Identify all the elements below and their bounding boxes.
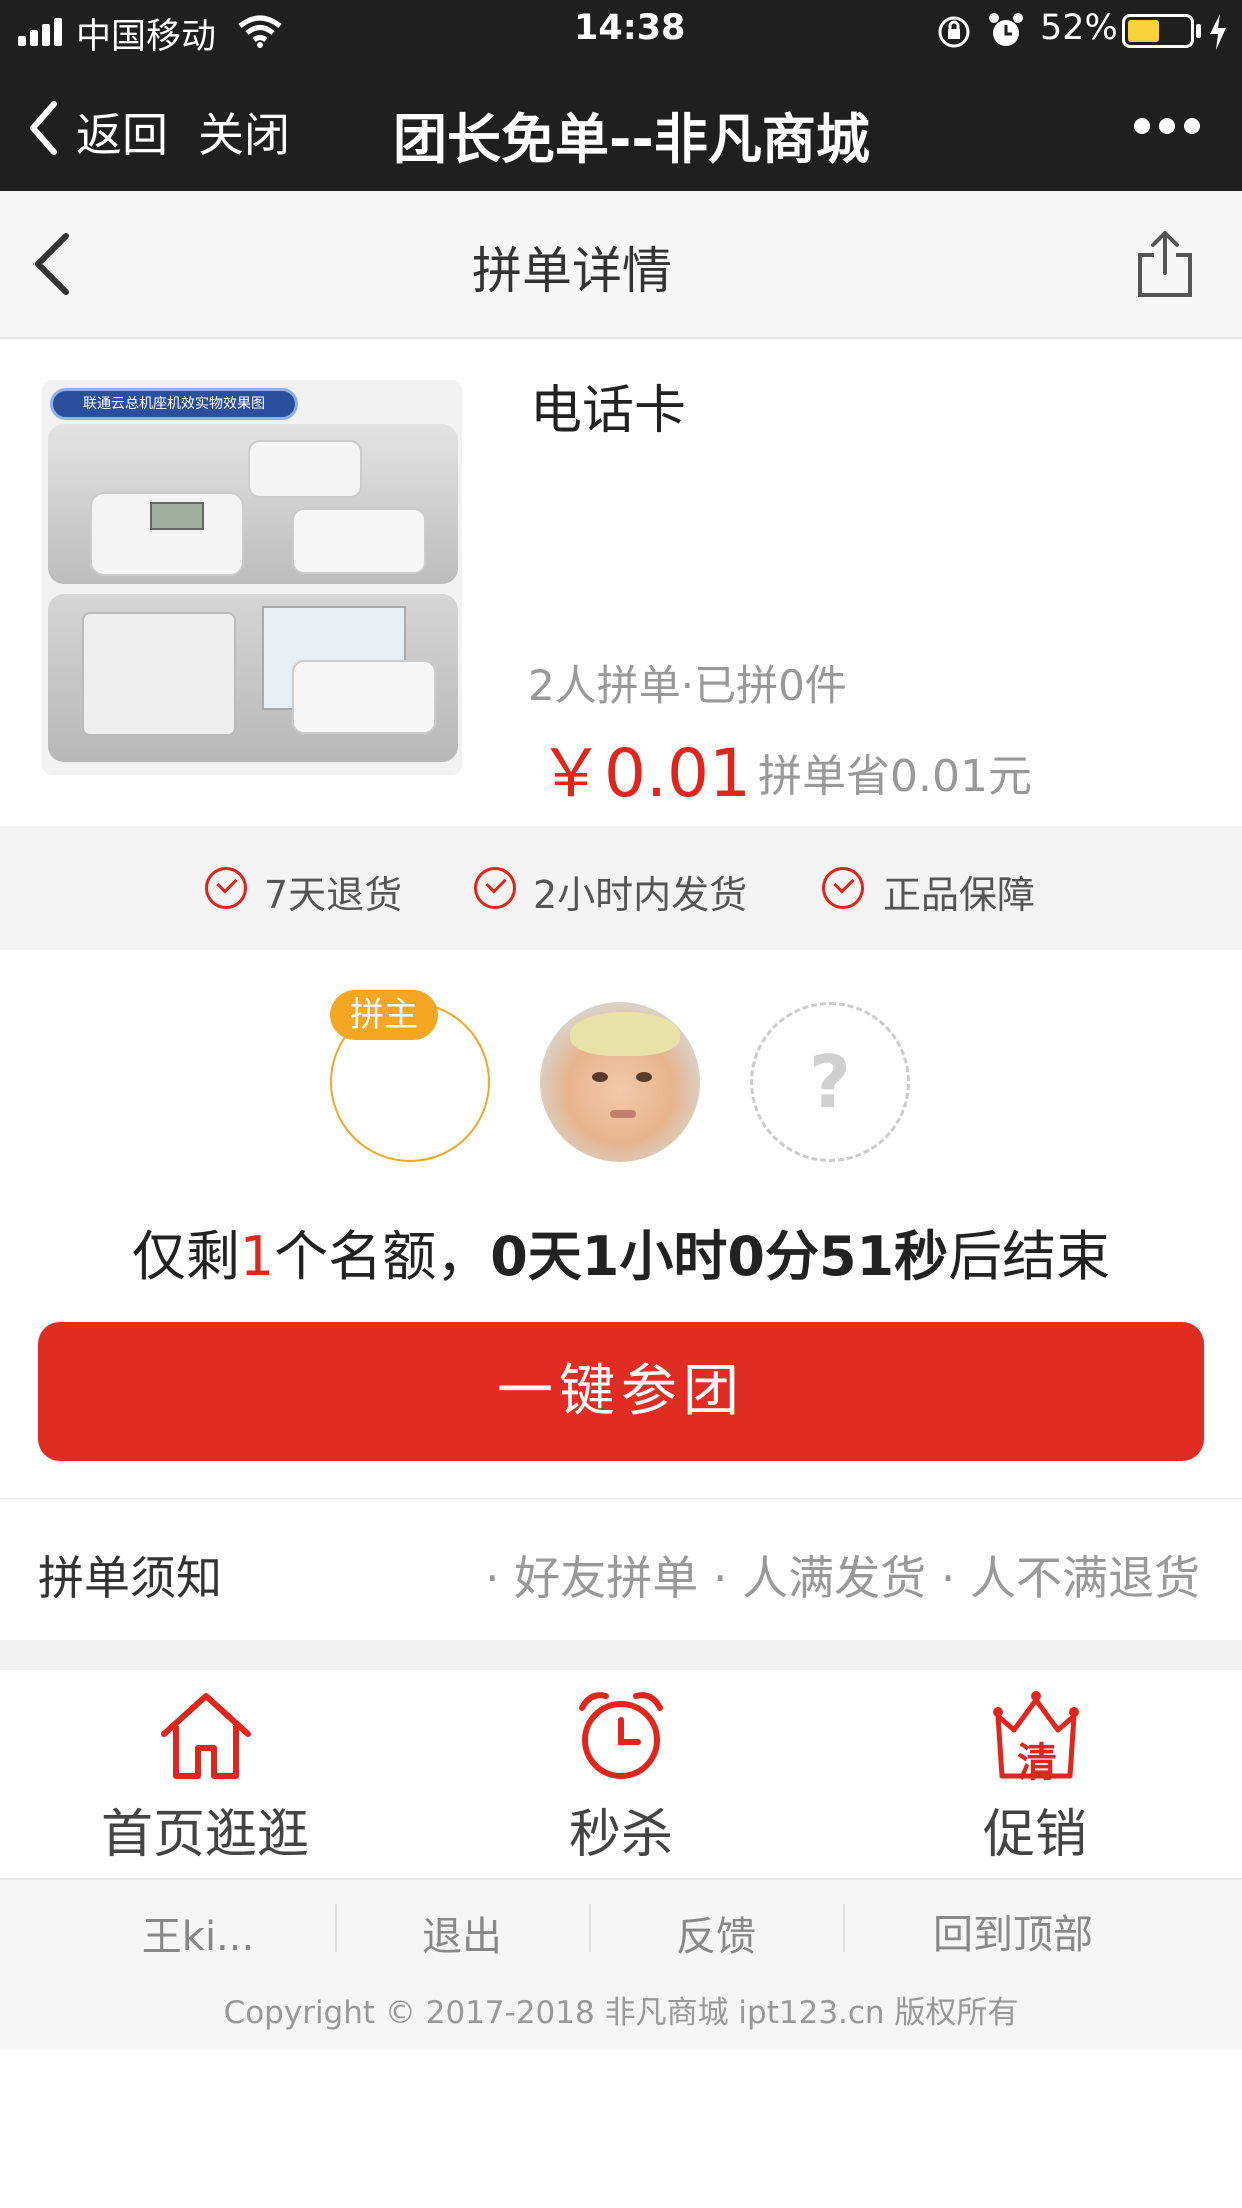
divider (589, 1904, 591, 1952)
footer-link-user[interactable]: 王ki... (92, 1904, 304, 1962)
group-info: 2人拼单·已拼0件 (528, 661, 847, 710)
guarantee-label: 2小时内发货 (533, 873, 748, 917)
check-circle-icon (205, 867, 247, 909)
wechat-header: 中国移动 14:38 52% 返回 关闭 团长免单--非凡商城 (0, 0, 1242, 191)
close-button[interactable]: 关闭 (198, 99, 290, 165)
footer-link-logout[interactable]: 退出 (392, 1904, 532, 1962)
divider (0, 1498, 1242, 1500)
leader-badge: 拼主 (330, 990, 438, 1040)
detail-title: 拼单详情 (472, 242, 672, 300)
divider (335, 1904, 337, 1952)
guarantee-label: 7天退货 (264, 873, 403, 917)
nav-label: 促销 (982, 1805, 1087, 1865)
footer-link-feedback[interactable]: 反馈 (646, 1904, 786, 1962)
signal-icon (18, 18, 66, 46)
chevron-left-icon[interactable] (30, 231, 74, 297)
remaining-count: 1 (239, 1225, 275, 1288)
home-icon (161, 1693, 251, 1779)
battery-icon (1122, 14, 1194, 48)
countdown-timer: 0天1小时0分51秒 (490, 1225, 949, 1288)
product-image-badge: 联通云总机座机效实物效果图 (50, 388, 298, 420)
clock-time: 14:38 (574, 8, 686, 48)
nav-label: 秒杀 (568, 1805, 673, 1865)
notice-text[interactable]: · 好友拼单 · 人满发货 · 人不满退货 (485, 1542, 1200, 1608)
nav-item-home[interactable]: 首页逛逛 (60, 1686, 350, 1865)
empty-slot-avatar[interactable]: ? (750, 1002, 910, 1162)
guarantee-label: 正品保障 (883, 873, 1036, 917)
guarantee-strip: 7天退货 2小时内发货 正品保障 (0, 826, 1242, 950)
join-group-button[interactable]: 一键参团 (38, 1322, 1204, 1461)
more-dots-icon[interactable] (1134, 118, 1202, 136)
chevron-left-icon (30, 101, 57, 155)
product-image[interactable]: 联通云总机座机效实物效果图 010-53510088 (42, 380, 462, 775)
footer-links: 王ki... 退出 反馈 回到顶部 (0, 1878, 1242, 1978)
footer-link-back-to-top[interactable]: 回到顶部 (900, 1902, 1126, 1960)
battery-percent: 52% (1040, 8, 1118, 48)
nav-item-flash-sale[interactable]: 秒杀 (476, 1686, 766, 1865)
divider (843, 1904, 845, 1952)
back-button[interactable]: 返回 (24, 95, 174, 162)
detail-header: 拼单详情 (0, 191, 1242, 339)
rotation-lock-icon (938, 16, 970, 48)
carrier-label: 中国移动 (76, 17, 217, 57)
charging-icon (1210, 14, 1226, 50)
page-title: 团长免单--非凡商城 (393, 108, 870, 171)
product-name: 电话卡 (530, 381, 687, 441)
nav-label: 首页逛逛 (100, 1805, 309, 1865)
section-gap (0, 1640, 1242, 1670)
back-label: 返回 (76, 108, 168, 162)
alarm-clock-icon (579, 1692, 663, 1779)
copyright: Copyright © 2017-2018 非凡商城 ipt123.cn 版权所… (0, 1976, 1242, 2050)
share-icon[interactable] (1136, 229, 1194, 299)
nav-item-promotion[interactable]: 清 促销 (890, 1686, 1180, 1865)
group-saving: 拼单省0.01元 (758, 751, 1032, 802)
member-avatar[interactable] (540, 1002, 700, 1162)
wifi-icon (238, 15, 282, 48)
product-price: ￥0.01 (538, 735, 751, 812)
check-circle-icon (822, 867, 864, 909)
question-mark-icon: ? (809, 1040, 851, 1124)
sale-icon-text: 清 (1017, 1740, 1057, 1786)
notice-label: 拼单须知 (38, 1551, 222, 1605)
check-circle-icon (474, 867, 516, 909)
remaining-countdown: 仅剩1个名额，0天1小时0分51秒后结束 (131, 1225, 1111, 1288)
alarm-icon (989, 13, 1023, 46)
